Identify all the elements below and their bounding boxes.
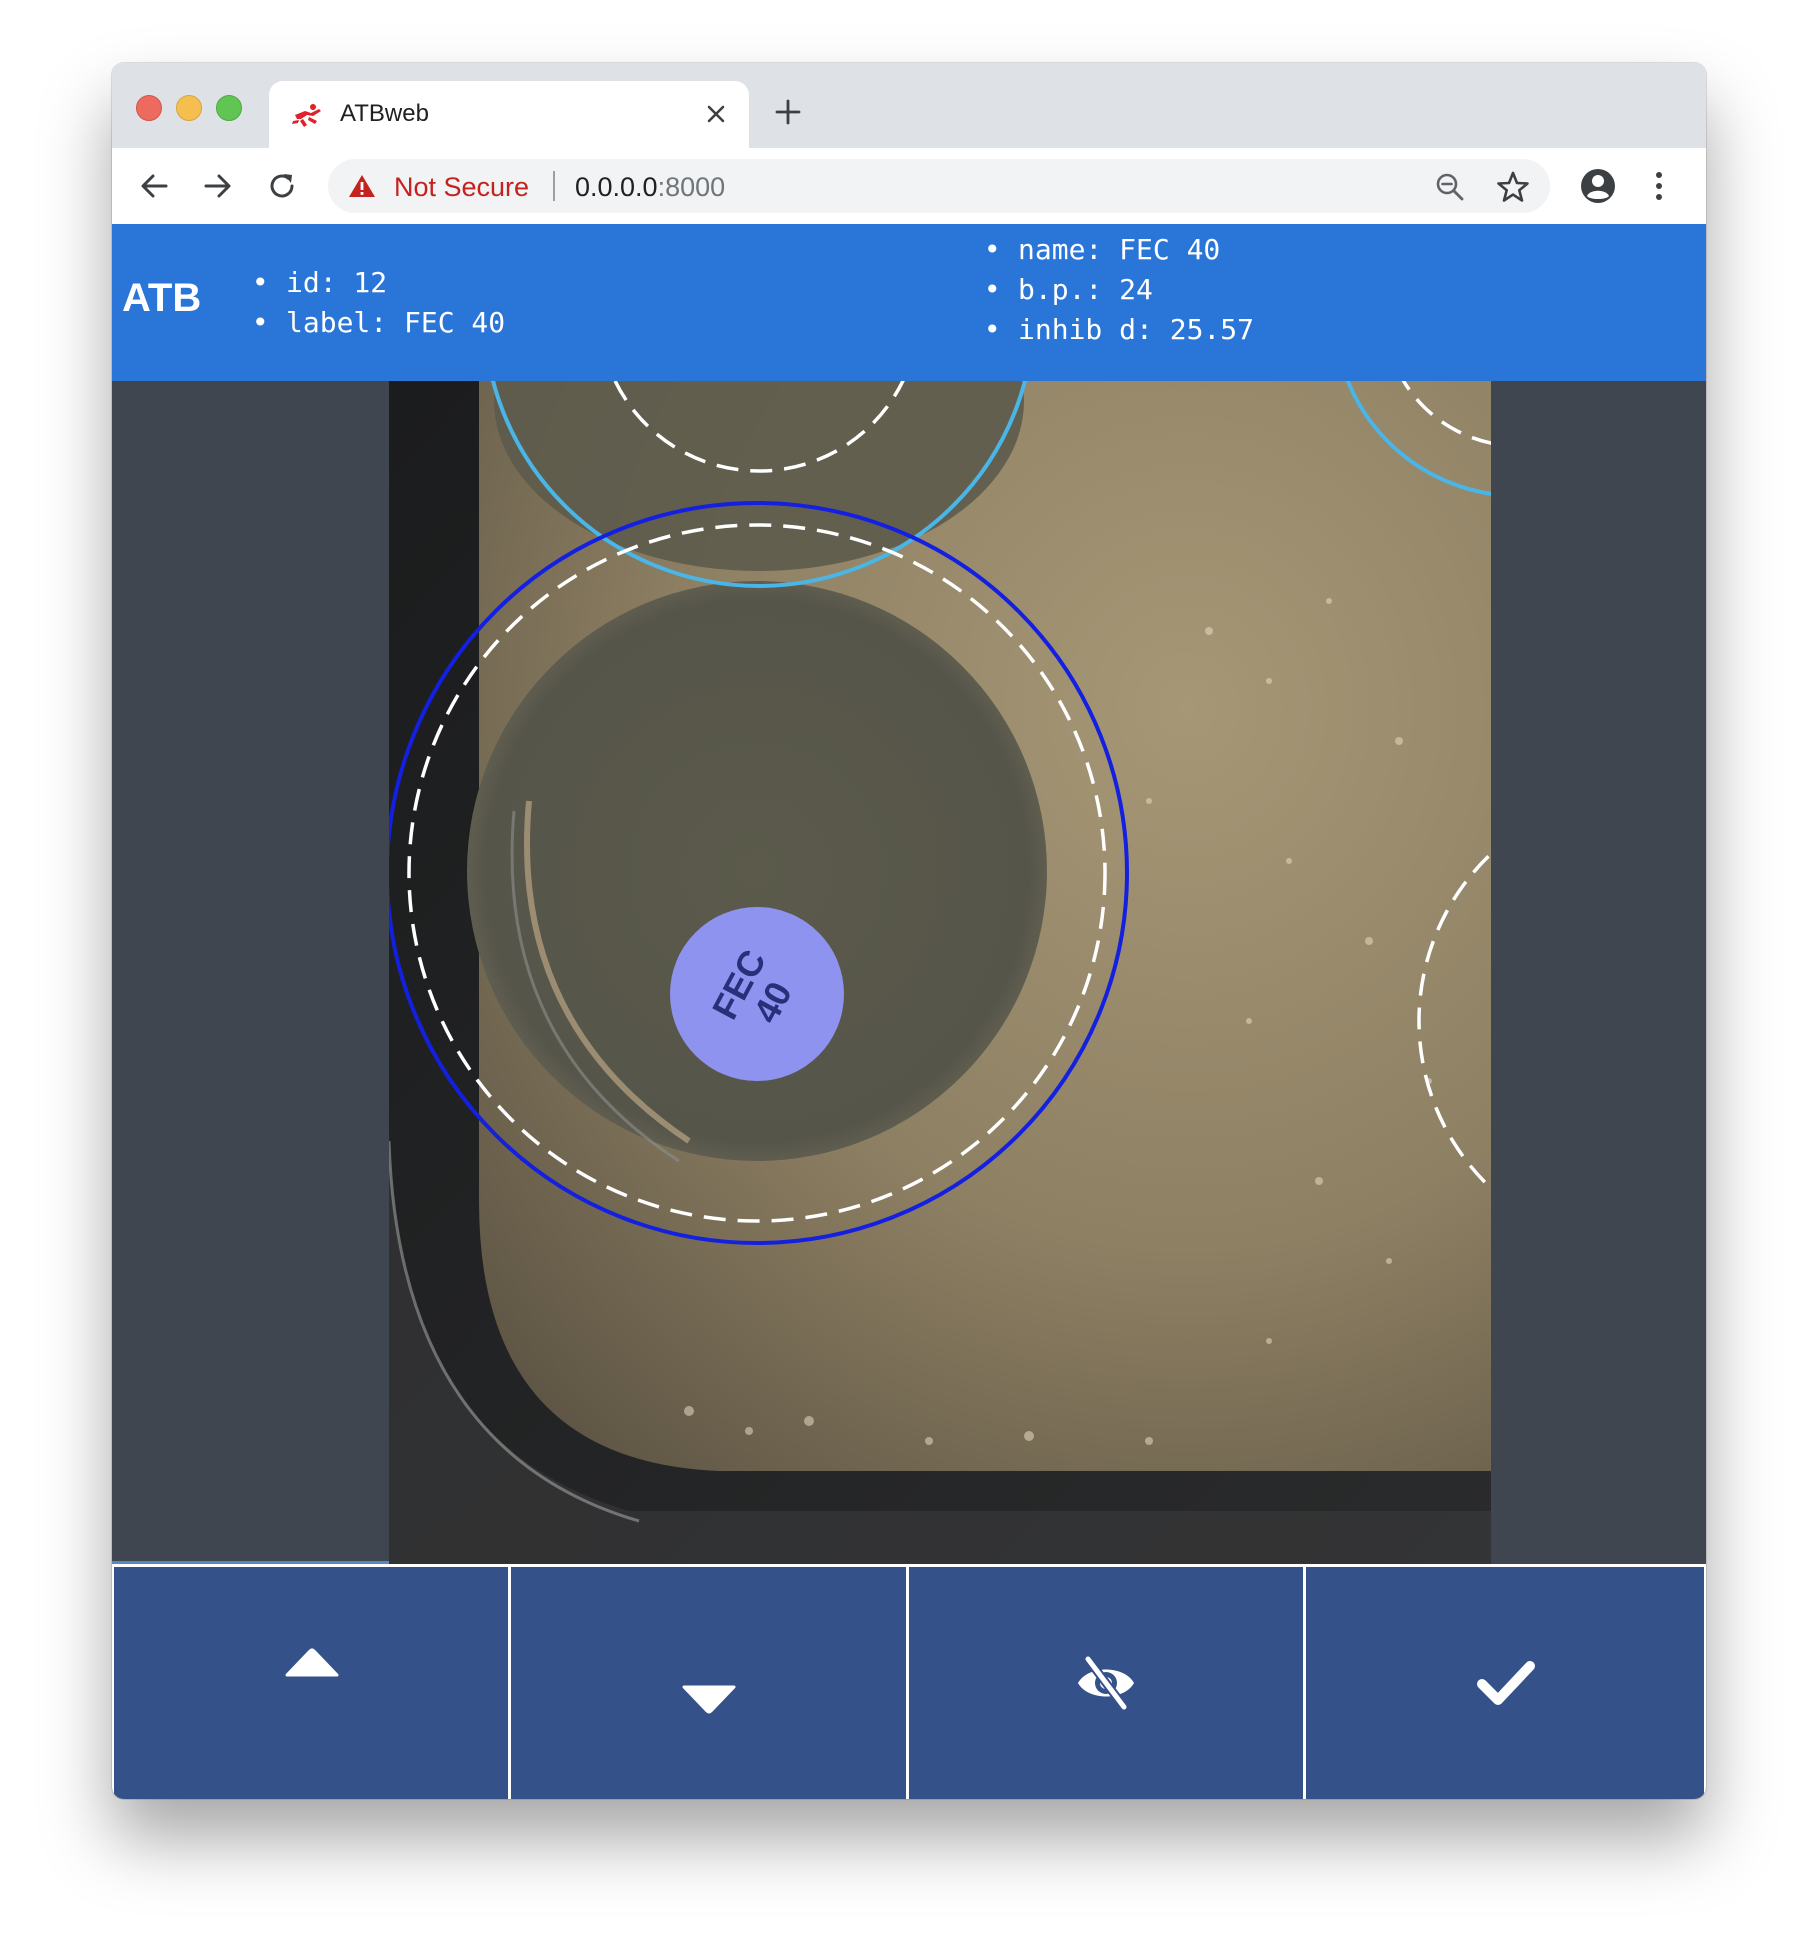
toggle-visibility-button[interactable]: [909, 1567, 1303, 1799]
browser-window: ATBweb Not Secure 0.0.0.0:8000 ATB • id:…: [112, 63, 1706, 1799]
warning-icon: [349, 175, 375, 197]
inhibition-diameter: inhib d: 25.57: [984, 310, 1254, 350]
address-bar[interactable]: Not Secure 0.0.0.0:8000: [328, 159, 1550, 213]
msf-logo-icon: [292, 104, 321, 127]
triangle-up-icon: [285, 1648, 339, 1677]
antibiotic-name: name: FEC 40: [984, 230, 1254, 270]
address-divider: [553, 171, 555, 201]
atb-app: ATB id: 12 label: FEC 40 name: FEC 40 b.…: [112, 224, 1706, 1799]
tab-strip: ATBweb: [112, 63, 1706, 148]
petri-image-viewport[interactable]: FEC 40: [389, 381, 1491, 1564]
previous-button[interactable]: [114, 1567, 508, 1799]
control-bar: [112, 1564, 1706, 1799]
zoom-out-icon[interactable]: [1434, 171, 1466, 203]
atb-label: label: FEC 40: [252, 303, 505, 343]
tab-title: ATBweb: [340, 100, 429, 127]
triangle-down-icon: [682, 1685, 736, 1714]
profile-avatar-icon[interactable]: [1579, 167, 1617, 205]
new-tab-icon[interactable]: [773, 97, 803, 127]
browser-toolbar: Not Secure 0.0.0.0:8000: [112, 148, 1706, 225]
close-window-button[interactable]: [136, 95, 162, 121]
close-tab-icon[interactable]: [701, 99, 731, 129]
app-header: ATB id: 12 label: FEC 40 name: FEC 40 b.…: [112, 224, 1706, 381]
tab-atbweb[interactable]: ATBweb: [269, 81, 749, 148]
security-label[interactable]: Not Secure: [394, 172, 529, 203]
checkmark-icon: [1477, 1661, 1535, 1705]
antibiotic-details-list: name: FEC 40 b.p.: 24 inhib d: 25.57: [984, 230, 1254, 350]
breakpoint-value: b.p.: 24: [984, 270, 1254, 310]
url-text[interactable]: 0.0.0.0:8000: [575, 172, 725, 203]
url-port: :8000: [657, 172, 726, 202]
petri-dish-image: FEC 40: [389, 381, 1491, 1564]
url-host: 0.0.0.0: [575, 172, 658, 202]
back-icon[interactable]: [136, 168, 172, 204]
atb-info-list: id: 12 label: FEC 40: [252, 263, 505, 343]
minimize-window-button[interactable]: [176, 95, 202, 121]
reload-icon[interactable]: [264, 168, 300, 204]
bookmark-star-icon[interactable]: [1496, 170, 1530, 204]
eye-slash-icon: [1078, 1655, 1134, 1711]
brand-title: ATB: [122, 276, 202, 320]
atb-id: id: 12: [252, 263, 505, 303]
next-button[interactable]: [511, 1567, 906, 1799]
forward-icon[interactable]: [200, 168, 236, 204]
more-menu-icon[interactable]: [1649, 167, 1669, 205]
validate-button[interactable]: [1306, 1567, 1704, 1799]
maximize-window-button[interactable]: [216, 95, 242, 121]
